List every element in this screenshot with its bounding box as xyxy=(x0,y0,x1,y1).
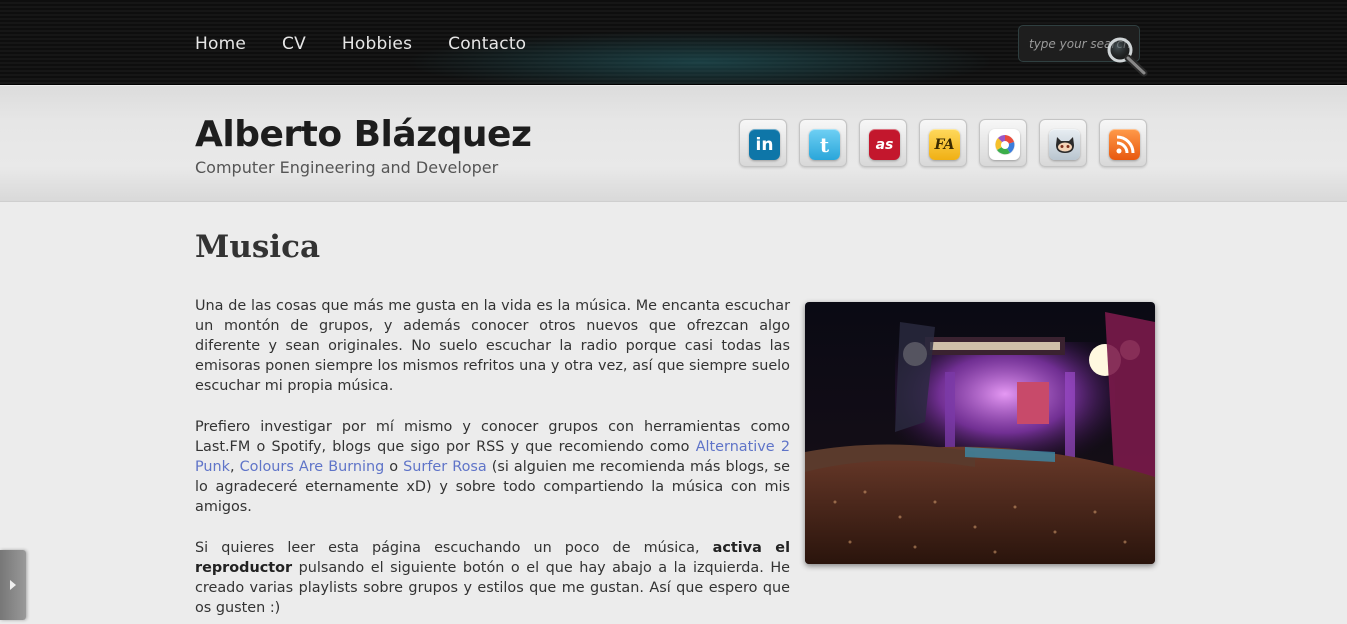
play-arrow-icon xyxy=(10,580,16,590)
site-header: Alberto Blázquez Computer Engineering an… xyxy=(0,86,1347,202)
nav-home[interactable]: Home xyxy=(195,34,246,54)
linkedin-button[interactable]: in xyxy=(739,119,787,167)
twitter-button[interactable]: t xyxy=(799,119,847,167)
github-icon xyxy=(1049,129,1080,160)
site-subtitle: Computer Engineering and Developer xyxy=(195,158,499,177)
paragraph-intro: Una de las cosas que más me gusta en la … xyxy=(195,298,790,394)
site-title: Alberto Blázquez xyxy=(195,114,532,155)
fa-icon: FA xyxy=(929,129,960,160)
paragraph-discovery: Prefiero investigar por mí mismo y conoc… xyxy=(195,417,790,517)
fa-button[interactable]: FA xyxy=(919,119,967,167)
github-button[interactable] xyxy=(1039,119,1087,167)
linkedin-icon: in xyxy=(749,129,780,160)
link-colours-are-burning[interactable]: Colours Are Burning xyxy=(240,459,385,475)
lastfm-button[interactable]: as xyxy=(859,119,907,167)
concert-photo xyxy=(805,302,1155,564)
nav-hobbies[interactable]: Hobbies xyxy=(342,34,412,54)
social-links: in t as FA xyxy=(739,119,1147,167)
twitter-icon: t xyxy=(809,129,840,160)
top-navigation-bar: Home CV Hobbies Contacto xyxy=(0,0,1347,85)
magnifier-icon[interactable] xyxy=(1104,34,1150,78)
text: o xyxy=(384,459,404,475)
text: , xyxy=(230,459,240,475)
text: Si quieres leer esta página escuchando u… xyxy=(195,540,713,556)
main-nav: Home CV Hobbies Contacto xyxy=(195,34,526,54)
nav-cv[interactable]: CV xyxy=(282,34,306,54)
rss-icon xyxy=(1109,129,1140,160)
main-content: Una de las cosas que más me gusta en la … xyxy=(195,296,790,624)
player-toggle-tab[interactable] xyxy=(0,550,26,620)
paragraph-player: Si quieres leer esta página escuchando u… xyxy=(195,538,790,618)
picasa-button[interactable] xyxy=(979,119,1027,167)
page-title: Musica xyxy=(195,229,321,265)
rss-button[interactable] xyxy=(1099,119,1147,167)
nav-contacto[interactable]: Contacto xyxy=(448,34,526,54)
lastfm-icon: as xyxy=(869,129,900,160)
link-surfer-rosa[interactable]: Surfer Rosa xyxy=(403,459,487,475)
picasa-icon xyxy=(989,129,1020,160)
